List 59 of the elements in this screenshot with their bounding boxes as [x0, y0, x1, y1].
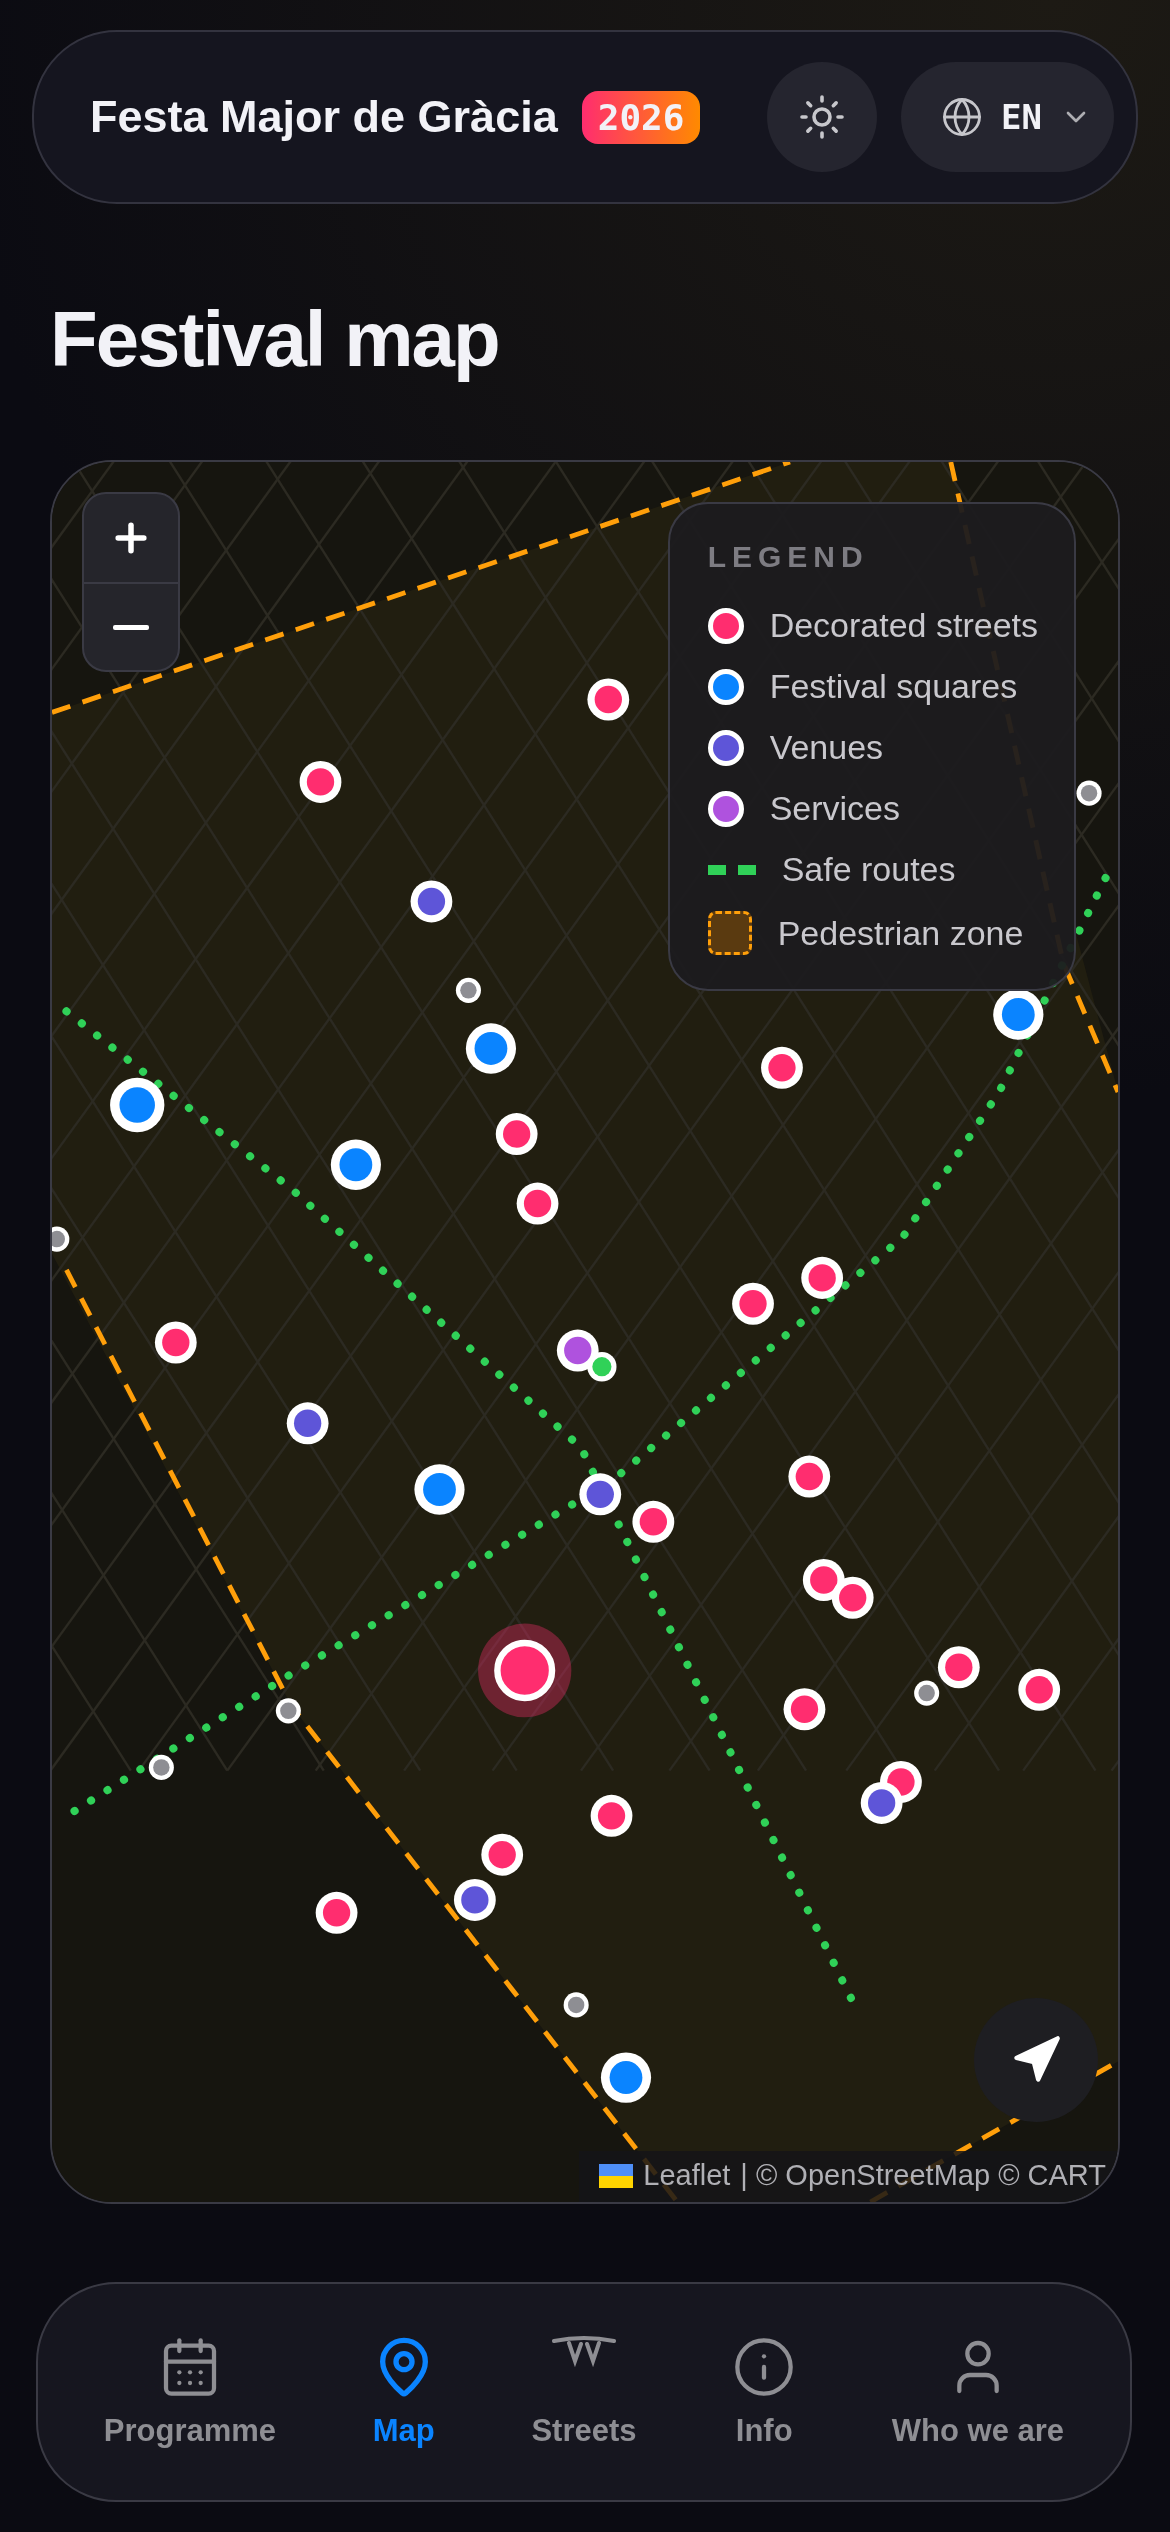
flag-icon	[599, 2163, 634, 2188]
map-marker[interactable]	[587, 1352, 617, 1382]
map-marker[interactable]	[275, 1698, 301, 1724]
legend-label: Festival squares	[769, 667, 1018, 706]
map-marker[interactable]	[148, 1754, 174, 1780]
map-marker[interactable]	[801, 1256, 844, 1299]
map-marker[interactable]	[1018, 1668, 1061, 1711]
map-marker[interactable]	[783, 1688, 826, 1731]
map-marker[interactable]	[110, 1077, 165, 1133]
map-marker[interactable]	[788, 1455, 831, 1498]
map-marker[interactable]	[414, 1464, 465, 1515]
map-marker[interactable]	[481, 1833, 524, 1876]
map-marker[interactable]	[516, 1182, 559, 1225]
nav-tab[interactable]: Streets	[527, 2327, 641, 2457]
minus-icon	[113, 624, 149, 630]
map-marker[interactable]	[579, 1473, 622, 1516]
map-marker[interactable]	[761, 1046, 803, 1089]
map-marker[interactable]	[563, 1992, 589, 2018]
map-marker[interactable]	[52, 1226, 70, 1252]
map-marker[interactable]	[453, 1878, 496, 1921]
map-marker[interactable]	[286, 1402, 329, 1445]
language-selector[interactable]: EN	[901, 62, 1114, 172]
legend-label: Safe routes	[781, 850, 956, 889]
year-badge: 2026	[581, 90, 701, 144]
nav-tab[interactable]: Who we are	[887, 2327, 1069, 2457]
sun-icon	[798, 93, 847, 141]
nav-tab[interactable]: Programme	[99, 2327, 281, 2457]
map-marker[interactable]	[600, 2052, 652, 2103]
map-marker[interactable]	[410, 880, 453, 923]
map-marker[interactable]	[1076, 780, 1102, 806]
map-marker[interactable]	[590, 1794, 633, 1837]
globe-icon	[941, 96, 984, 138]
map-marker[interactable]	[299, 760, 342, 803]
map-marker[interactable]	[993, 989, 1044, 1040]
map-marker[interactable]	[455, 977, 481, 1003]
map-marker[interactable]	[860, 1781, 903, 1824]
map-marker[interactable]	[587, 678, 630, 721]
map-marker[interactable]	[315, 1891, 358, 1934]
legend-label: Venues	[769, 728, 884, 767]
leaflet-link[interactable]: Leaflet	[643, 2159, 731, 2192]
nav-tab[interactable]: Info	[728, 2327, 801, 2457]
map-marker[interactable]	[937, 1646, 980, 1689]
attribution-text: | © OpenStreetMap © CART	[740, 2159, 1106, 2192]
legend-label: Pedestrian zone	[777, 913, 1024, 953]
page-title: Festival map	[50, 294, 500, 385]
legend-label: Services	[769, 789, 900, 828]
app-title: Festa Major de Gràcia	[90, 91, 558, 143]
map-marker[interactable]	[495, 1113, 538, 1156]
nav-tab[interactable]: Map	[367, 2327, 440, 2457]
legend-label: Decorated streets	[769, 606, 1038, 645]
map-marker[interactable]	[330, 1139, 381, 1190]
map-marker[interactable]	[732, 1282, 774, 1325]
map-marker[interactable]	[154, 1321, 197, 1364]
map-marker[interactable]	[914, 1680, 940, 1706]
legend-title: LEGEND	[707, 540, 870, 574]
highlighted-map-marker[interactable]	[478, 1623, 572, 1718]
map-marker[interactable]	[831, 1576, 874, 1619]
map-marker[interactable]	[465, 1023, 516, 1074]
map-marker[interactable]	[632, 1500, 675, 1543]
